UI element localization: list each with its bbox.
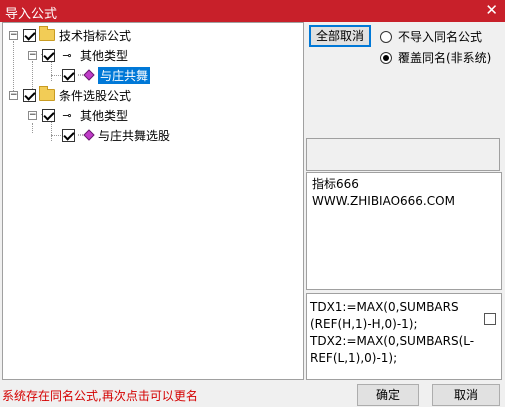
- radio-label: 覆盖同名(非系统): [398, 51, 492, 65]
- tree-checkbox[interactable]: [62, 68, 75, 82]
- tree-checkbox[interactable]: [42, 108, 55, 122]
- tree-item-formula-yzgw[interactable]: 与庄共舞: [62, 66, 151, 84]
- description-box[interactable]: 指标666 WWW.ZHIBIAO666.COM: [306, 172, 502, 290]
- tree-item-label: 其他类型: [80, 108, 129, 123]
- clear-all-button[interactable]: 全部取消: [309, 25, 371, 47]
- dialog-body: − 技术指标公式 − ⊸ 其他类型 与庄共舞 − 条件选股公式 − ⊸ 其他类型…: [0, 22, 505, 407]
- tree-item-label: 技术指标公式: [59, 28, 132, 43]
- tree-connector: [32, 123, 33, 133]
- cancel-button[interactable]: 取消: [432, 384, 500, 406]
- tree-checkbox[interactable]: [23, 28, 36, 42]
- tree-item-other-types[interactable]: − ⊸ 其他类型: [28, 46, 128, 64]
- tree-item-other-types-2[interactable]: − ⊸ 其他类型: [28, 106, 128, 124]
- title-bar: 导入公式 ✕: [0, 0, 505, 22]
- formula-checkbox[interactable]: [484, 313, 496, 325]
- radio-overwrite-duplicates[interactable]: 覆盖同名(非系统): [380, 49, 491, 66]
- radio-skip-duplicates[interactable]: 不导入同名公式: [380, 28, 482, 45]
- formula-tree[interactable]: − 技术指标公式 − ⊸ 其他类型 与庄共舞 − 条件选股公式 − ⊸ 其他类型…: [2, 22, 304, 380]
- tree-checkbox[interactable]: [62, 128, 75, 142]
- radio-label: 不导入同名公式: [398, 30, 483, 44]
- tree-checkbox[interactable]: [42, 48, 55, 62]
- formula-diamond-icon: [78, 129, 96, 141]
- radio-indicator[interactable]: [380, 51, 392, 64]
- collapse-icon[interactable]: −: [28, 110, 37, 120]
- formula-diamond-icon: [78, 69, 96, 81]
- key-icon: ⊸: [62, 48, 72, 62]
- tree-item-technical-indicators[interactable]: − 技术指标公式: [9, 26, 131, 44]
- collapse-icon[interactable]: −: [9, 30, 18, 40]
- status-message: 系统存在同名公式,再次点击可以更名: [2, 389, 198, 403]
- collapse-icon[interactable]: −: [9, 90, 18, 100]
- tree-item-formula-yzgwxg[interactable]: 与庄共舞选股: [62, 126, 170, 144]
- tree-item-stock-selection[interactable]: − 条件选股公式: [9, 86, 131, 104]
- tree-item-label: 与庄共舞选股: [98, 128, 171, 143]
- folder-icon: [39, 26, 55, 41]
- formula-box[interactable]: TDX1:=MAX(0,SUMBARS (REF(H,1)-H,0)-1); T…: [306, 293, 502, 380]
- tree-item-label: 与庄共舞: [98, 66, 151, 84]
- tree-item-label: 其他类型: [80, 48, 129, 63]
- collapse-icon[interactable]: −: [28, 50, 37, 60]
- tree-checkbox[interactable]: [23, 88, 36, 102]
- close-icon[interactable]: ✕: [485, 1, 498, 19]
- window-title: 导入公式: [5, 7, 58, 22]
- blank-panel: [306, 138, 500, 171]
- ok-button[interactable]: 确定: [357, 384, 419, 406]
- key-icon: ⊸: [62, 108, 72, 122]
- folder-icon: [39, 86, 55, 101]
- radio-indicator[interactable]: [380, 30, 392, 43]
- tree-item-label: 条件选股公式: [59, 88, 132, 103]
